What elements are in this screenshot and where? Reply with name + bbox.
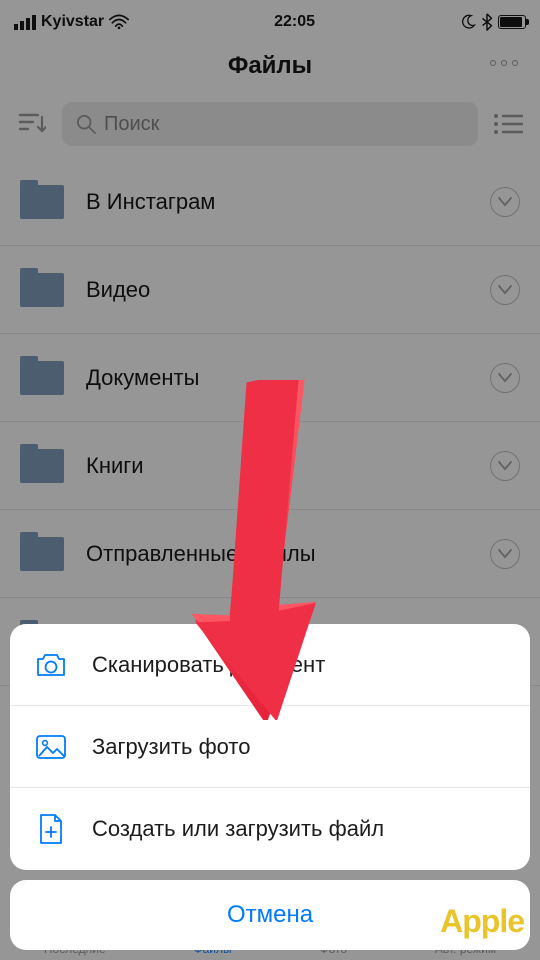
- cancel-label: Отмена: [227, 901, 313, 929]
- sheet-item-label: Сканировать документ: [92, 652, 325, 678]
- sheet-item-label: Создать или загрузить файл: [92, 816, 384, 842]
- file-add-icon: [34, 813, 68, 845]
- camera-icon: [34, 652, 68, 678]
- photo-icon: [34, 734, 68, 760]
- cancel-button[interactable]: Отмена: [10, 880, 530, 950]
- action-sheet: Сканировать документ Загрузить фото Созд…: [10, 624, 530, 950]
- sheet-scan-document[interactable]: Сканировать документ: [10, 624, 530, 706]
- sheet-item-label: Загрузить фото: [92, 734, 250, 760]
- sheet-create-upload-file[interactable]: Создать или загрузить файл: [10, 788, 530, 870]
- sheet-upload-photo[interactable]: Загрузить фото: [10, 706, 530, 788]
